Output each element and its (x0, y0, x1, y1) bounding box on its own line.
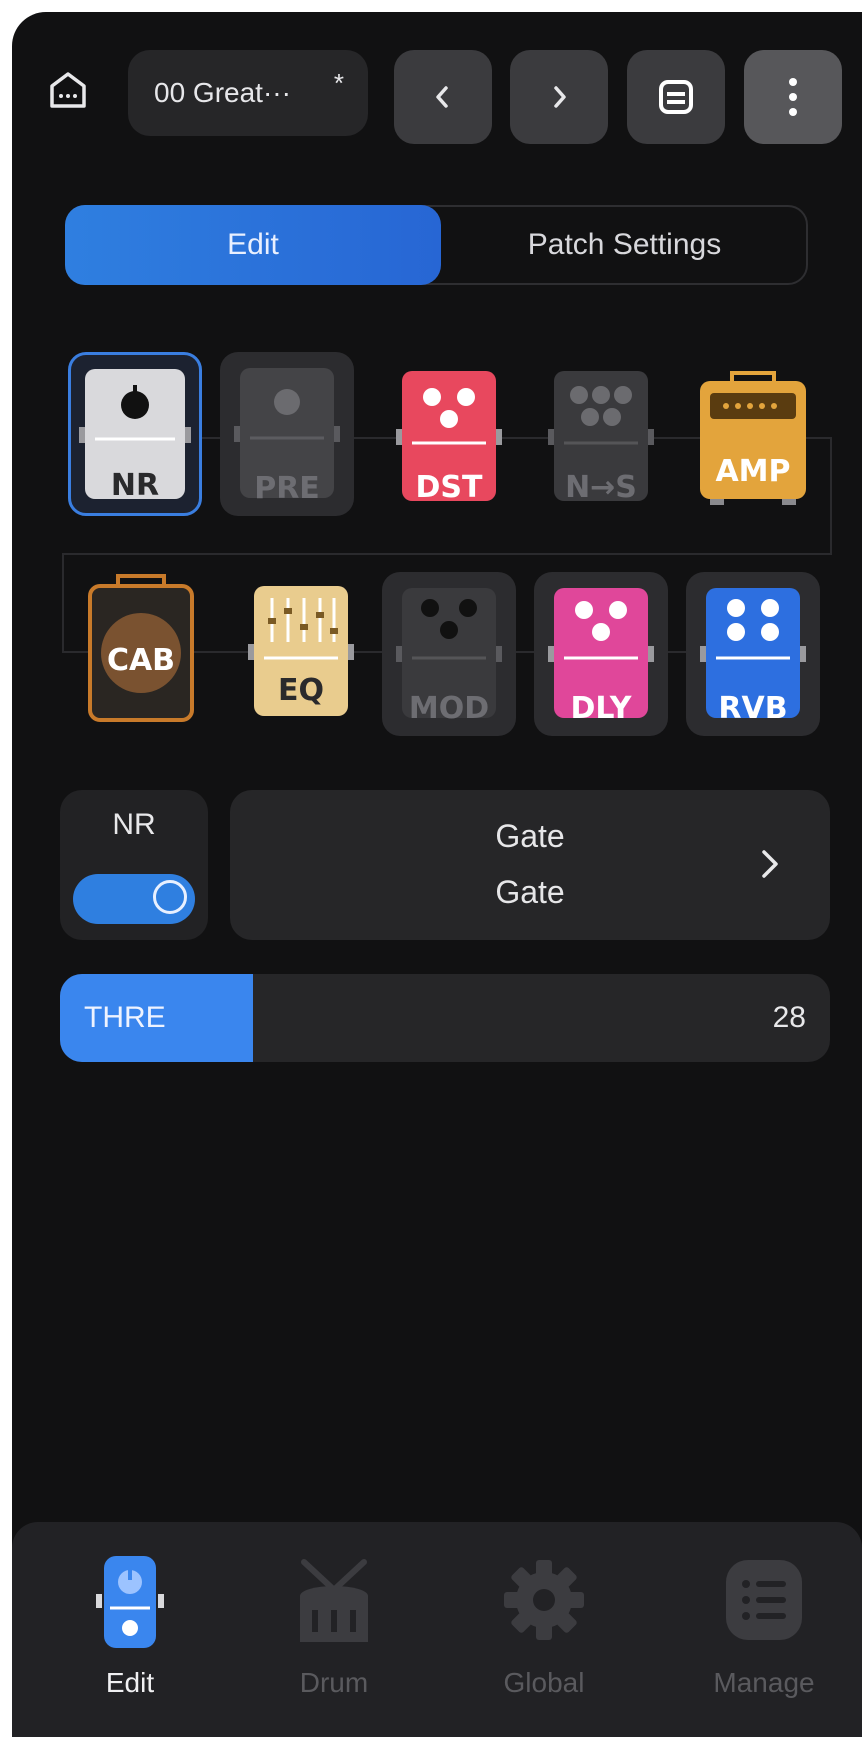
nav-drum[interactable]: Drum (254, 1552, 414, 1712)
pedal-dst[interactable]: DST (382, 367, 516, 531)
tab-patch-settings[interactable]: Patch Settings (443, 207, 806, 283)
next-patch-button[interactable] (510, 50, 608, 144)
list-icon (726, 1560, 802, 1640)
top-bar: 00 Great··· * (12, 42, 862, 144)
model-select-button[interactable]: Gate Gate (230, 790, 830, 940)
toggle-knob (153, 880, 187, 914)
more-options-button[interactable] (744, 50, 842, 144)
chain-line (62, 553, 64, 651)
patch-name: 00 Great··· (154, 77, 291, 108)
pedal-label: MOD (408, 691, 490, 726)
modified-indicator: * (333, 68, 344, 98)
save-icon (659, 80, 693, 114)
nav-label: Edit (105, 1667, 155, 1698)
chevron-right-icon (762, 850, 778, 878)
block-toggle-card: NR (60, 790, 208, 940)
pedal-label: EQ (278, 673, 324, 708)
chevron-right-icon (554, 86, 566, 108)
save-button[interactable] (627, 50, 725, 144)
pedal-pre[interactable]: PRE (220, 352, 354, 516)
nav-manage[interactable]: Manage (684, 1552, 844, 1712)
param-name: THRE (84, 1001, 166, 1034)
gear-icon (504, 1560, 584, 1640)
nav-label: Manage (713, 1667, 815, 1698)
patch-name-button[interactable]: 00 Great··· * (128, 50, 368, 136)
param-value: 28 (772, 1001, 806, 1034)
pedal-label: N→S (565, 470, 637, 505)
pedal-label: AMP (715, 454, 791, 489)
chain-line (62, 553, 832, 555)
home-button[interactable] (46, 68, 90, 112)
chain-line (830, 437, 832, 553)
bottom-nav: Edit Drum Global Manage (12, 1522, 862, 1737)
pedal-label: NR (110, 468, 160, 503)
eq-pedal-icon (248, 586, 354, 716)
pedal-cab[interactable]: CAB (74, 572, 208, 736)
pedal-icon (96, 1556, 164, 1648)
app-screen: 00 Great··· * Edit Patch Settings NR PRE… (12, 12, 862, 1737)
block-name: NR (112, 808, 156, 841)
pedal-nr[interactable]: NR (68, 352, 202, 516)
model-name: Gate (495, 874, 565, 910)
pedal-rvb[interactable]: RVB (686, 572, 820, 736)
nav-label: Drum (299, 1667, 369, 1698)
pedal-label: CAB (106, 643, 176, 678)
param-slider-thre[interactable]: THRE 28 (60, 974, 830, 1062)
nav-edit[interactable]: Edit (50, 1552, 210, 1712)
drum-icon (300, 1559, 368, 1642)
chevron-left-icon (436, 86, 448, 108)
pedal-n-s[interactable]: N→S (534, 367, 668, 531)
previous-patch-button[interactable] (394, 50, 492, 144)
pedal-mod[interactable]: MOD (382, 572, 516, 736)
pedal-label: RVB (718, 691, 788, 726)
pedal-amp[interactable]: AMP (686, 367, 820, 531)
mode-tabs: Edit Patch Settings (65, 205, 808, 285)
home-icon (50, 72, 86, 108)
amp-icon (700, 371, 806, 505)
pedal-label: DLY (570, 691, 632, 726)
block-enable-toggle[interactable] (73, 874, 195, 924)
tab-edit[interactable]: Edit (65, 205, 441, 285)
more-vertical-icon (789, 78, 797, 116)
model-category: Gate (495, 818, 565, 854)
pedal-label: PRE (254, 471, 320, 506)
pedal-eq[interactable]: EQ (234, 572, 368, 736)
nav-label: Global (503, 1667, 585, 1698)
pedal-label: DST (415, 470, 483, 505)
pedal-dly[interactable]: DLY (534, 572, 668, 736)
nav-global[interactable]: Global (464, 1552, 624, 1712)
